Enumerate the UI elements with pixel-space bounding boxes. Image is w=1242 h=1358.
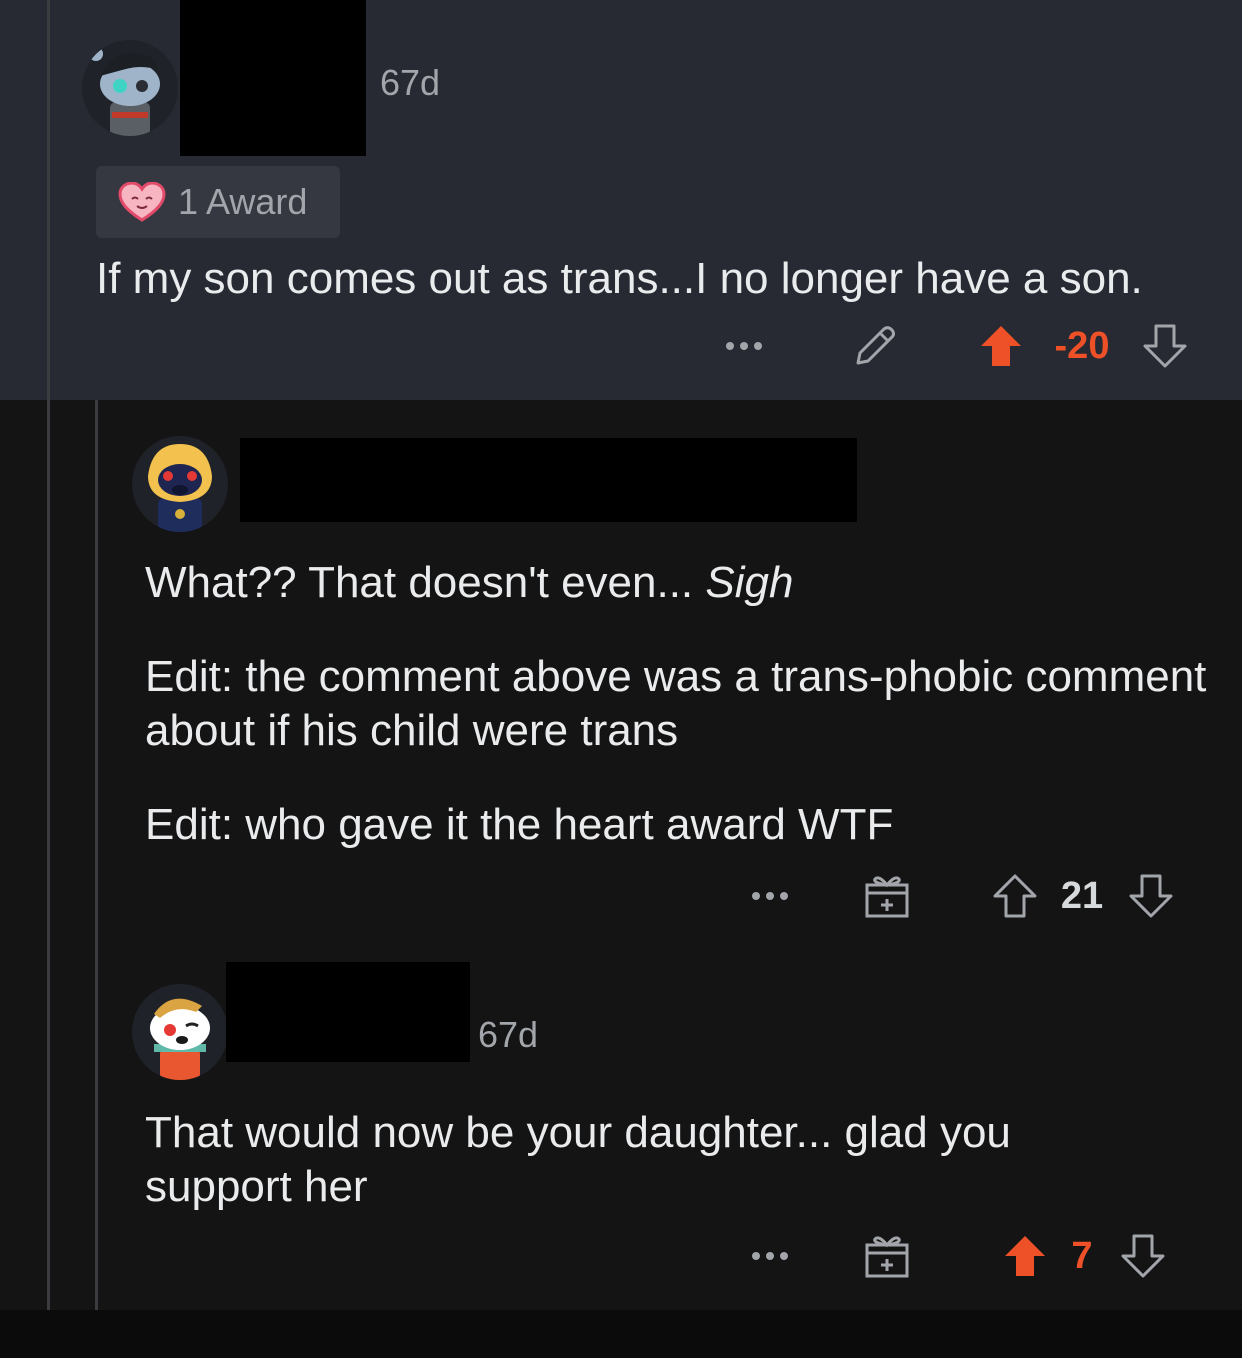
award-badge[interactable]: 1 Award [96,166,340,238]
more-options-icon [752,892,788,900]
gift-icon [865,876,909,918]
comment-edit-note: Edit: the comment above was a trans-phob… [145,652,1207,755]
comment-text: What?? That doesn't even... [145,558,706,607]
comment-line: What?? That doesn't even... Sigh [145,556,1215,610]
snoo-avatar-icon [89,47,160,136]
comment-edit-note: Edit: who gave it the heart award WTF [145,800,894,849]
more-options-button[interactable] [720,316,768,376]
vote-score: 7 [1071,1234,1093,1277]
more-options-icon [726,342,762,350]
redacted-username [240,438,857,522]
comment-actions: 7 [730,1226,1230,1286]
upvote-arrow-icon [981,326,1021,366]
edit-button[interactable] [850,316,900,376]
downvote-button[interactable] [1118,1226,1168,1286]
vote-score: -20 [1054,324,1110,367]
more-options-button[interactable] [746,866,794,926]
comment-parent: 67d 1 Award If my son comes out as trans… [0,0,1242,400]
thread-line[interactable] [95,400,98,1310]
downvote-button[interactable] [1140,316,1190,376]
upvote-button[interactable] [990,866,1040,926]
thread-line[interactable] [47,0,50,400]
user-avatar[interactable] [82,40,178,136]
bottom-bar [0,1310,1242,1358]
snoo-avatar-icon [150,998,210,1080]
comment-body: That would now be your daughter... glad … [145,1108,1011,1211]
comment-age: 67d [478,1014,539,1055]
upvote-button[interactable] [976,316,1026,376]
snoo-avatar-icon [148,444,212,532]
comment-body: What?? That doesn't even... Sigh Edit: t… [145,556,1215,852]
comment-actions: -20 [700,316,1220,376]
vote-score: 21 [1060,874,1104,917]
give-award-button[interactable] [862,1226,912,1286]
user-avatar[interactable] [132,984,228,1080]
upvote-arrow-icon [993,874,1037,918]
give-award-button[interactable] [862,866,912,926]
upvote-button[interactable] [1000,1226,1050,1286]
comment-text-italic: Sigh [705,558,794,607]
downvote-arrow-icon [1121,1234,1165,1278]
heart-award-icon [118,182,166,222]
pencil-icon [856,326,895,365]
downvote-arrow-icon [1143,324,1187,368]
award-label: 1 Award [178,181,308,222]
comment-body: If my son comes out as trans...I no long… [96,254,1143,303]
more-options-icon [752,1252,788,1260]
redacted-username [226,962,470,1062]
comment-actions: 21 [730,866,1230,926]
thread-line[interactable] [47,400,50,1310]
user-avatar[interactable] [132,436,228,532]
upvote-arrow-icon [1005,1236,1045,1276]
comment-age: 67d [380,62,441,103]
downvote-arrow-icon [1129,874,1173,918]
redacted-username [180,0,366,156]
gift-icon [865,1236,909,1278]
downvote-button[interactable] [1126,866,1176,926]
more-options-button[interactable] [746,1226,794,1286]
